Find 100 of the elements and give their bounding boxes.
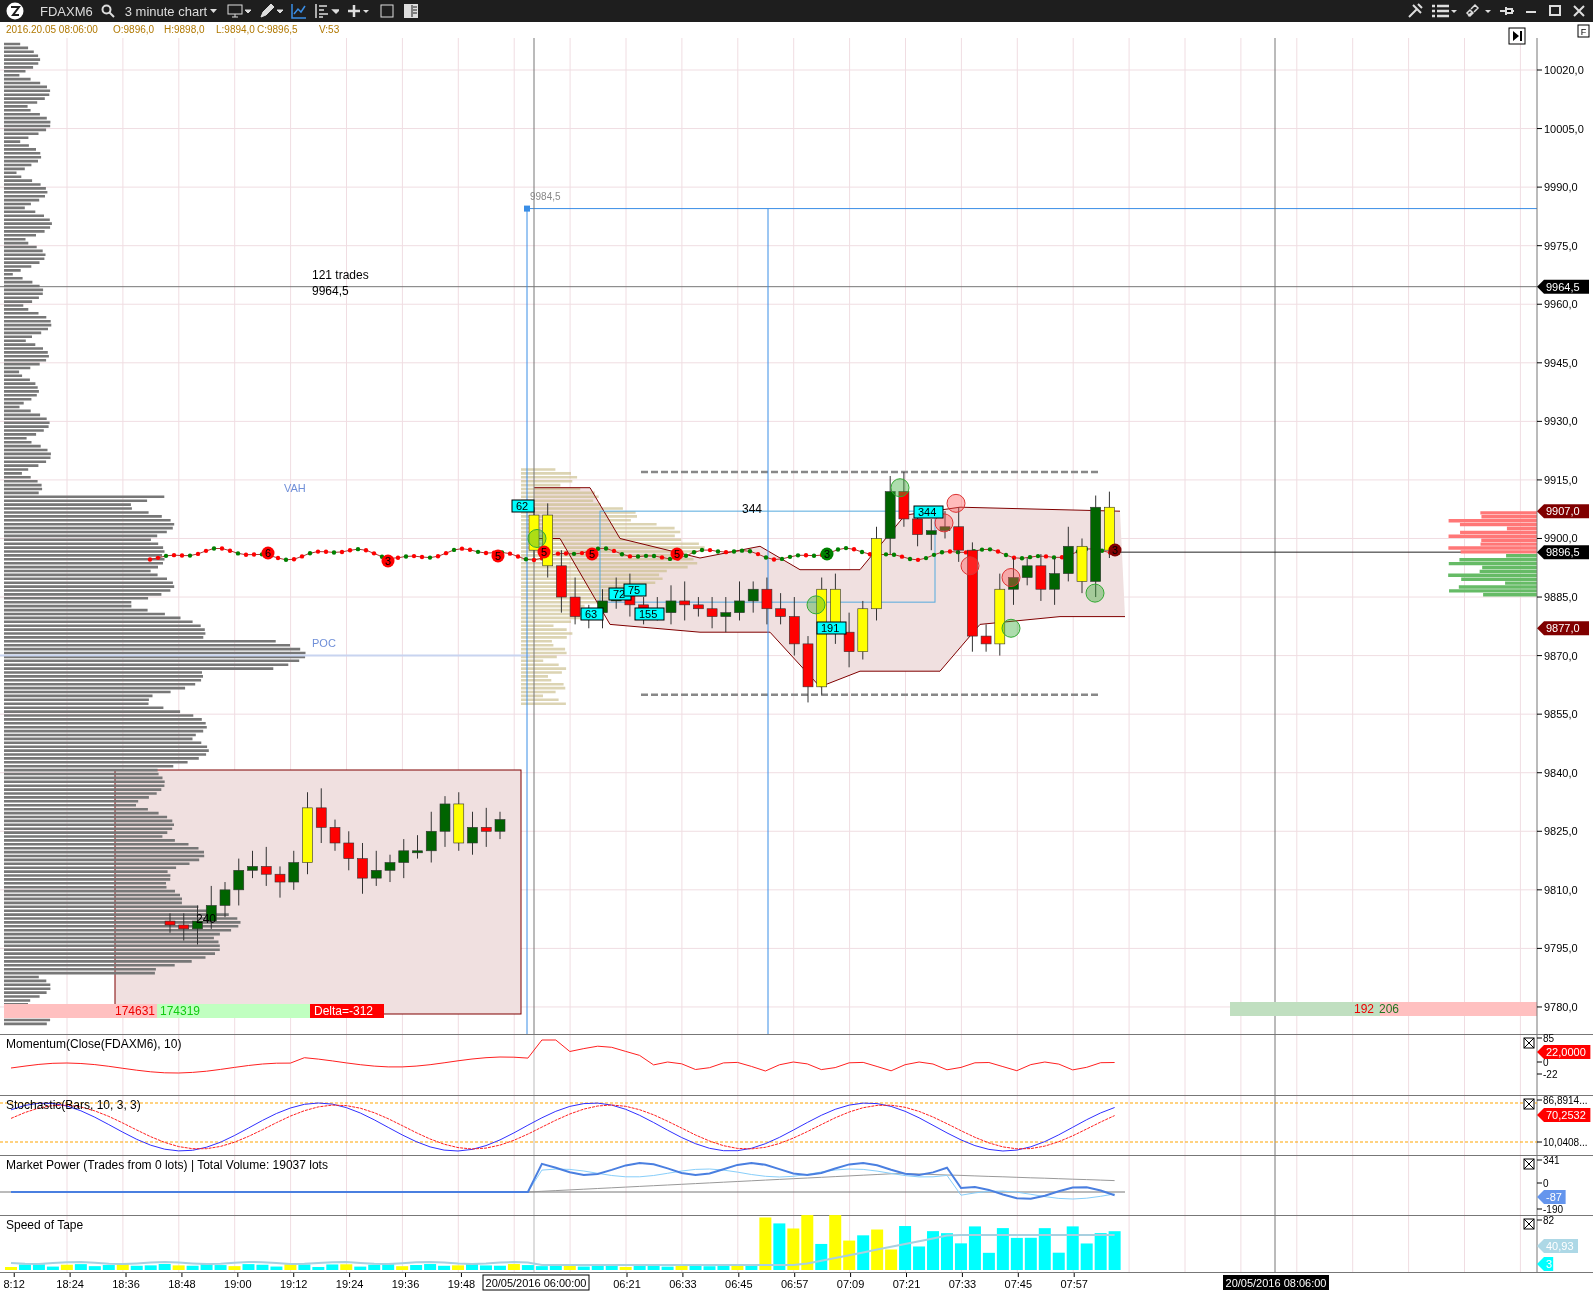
candle xyxy=(315,787,327,844)
time-axis-label: 19:24 xyxy=(335,1272,364,1290)
value-marker: 22,0000 xyxy=(1537,1045,1591,1059)
cluster-label: 155 xyxy=(634,607,665,621)
candle xyxy=(1063,526,1074,582)
candle xyxy=(775,592,786,625)
maximize-icon[interactable] xyxy=(1547,3,1563,19)
time-axis-label: 07:09 xyxy=(836,1272,865,1290)
buy-volume: 174319 xyxy=(160,1004,201,1018)
close-icon[interactable] xyxy=(1523,1098,1535,1110)
candle xyxy=(357,842,368,895)
price-axis-label: 9825,0 xyxy=(1536,825,1578,838)
count-marker: 3 xyxy=(1108,543,1122,557)
chart-label: 240 xyxy=(196,912,217,926)
candle xyxy=(926,518,937,551)
session-time-label: 20/05/2016 06:00:00 xyxy=(482,1274,590,1291)
line-handle[interactable] xyxy=(524,205,530,212)
price-axis-label: 9855,0 xyxy=(1536,708,1578,721)
candle xyxy=(247,850,258,879)
count-marker: 3 xyxy=(820,547,834,561)
count-marker: 5 xyxy=(670,547,684,561)
time-axis-label: 07:21 xyxy=(892,1272,921,1290)
buy-trade-marker xyxy=(890,478,910,498)
candle xyxy=(1021,557,1033,586)
buy-trade-marker xyxy=(806,595,826,615)
candle xyxy=(164,912,176,934)
logo-icon[interactable] xyxy=(6,2,24,20)
search-icon[interactable] xyxy=(100,4,115,18)
time-axis-label: 07:57 xyxy=(1060,1272,1088,1290)
layout-icon[interactable] xyxy=(403,3,420,19)
scale-label: 82 xyxy=(1536,1215,1555,1226)
window-icon[interactable] xyxy=(379,3,396,19)
scale-label: 85 xyxy=(1536,1034,1555,1044)
count-marker: 5 xyxy=(537,545,551,559)
time-axis-label: 19:36 xyxy=(391,1272,420,1290)
value-marker: 3 xyxy=(1537,1257,1554,1271)
plus-icon[interactable] xyxy=(347,3,372,19)
panel-toggle-button[interactable]: F xyxy=(1577,24,1590,38)
timeframe-dropdown[interactable]: 3 minute chart xyxy=(122,3,220,19)
candle xyxy=(494,811,506,840)
buy-trade-marker xyxy=(527,529,547,548)
candle xyxy=(178,912,190,942)
candle xyxy=(693,596,704,618)
chart-label: 121 trades xyxy=(312,268,369,282)
close-icon[interactable] xyxy=(1523,1037,1535,1049)
list-icon[interactable] xyxy=(1431,3,1457,19)
time-axis-label: 19:00 xyxy=(224,1272,252,1290)
chart-label: POC xyxy=(312,637,336,649)
buy-trade-marker xyxy=(1001,618,1021,638)
line-chart-icon[interactable] xyxy=(291,3,308,19)
time-axis-label: 06:21 xyxy=(613,1272,641,1290)
scroll-end-button[interactable] xyxy=(1508,27,1526,45)
candle xyxy=(556,549,567,614)
price-axis-label: 9780,0 xyxy=(1536,1000,1578,1013)
candle xyxy=(1035,553,1047,602)
candle xyxy=(370,850,382,887)
candle xyxy=(857,600,869,660)
buy-trade-marker xyxy=(1085,583,1105,603)
cluster-label: 191 xyxy=(816,621,847,635)
candle xyxy=(802,635,814,703)
tools-icon[interactable] xyxy=(1407,3,1423,19)
monitor-icon[interactable] xyxy=(227,3,252,19)
candle xyxy=(453,791,465,852)
scale-label: 86,8914... xyxy=(1536,1095,1588,1106)
info-text: 2016.20.05 08:06:00 xyxy=(6,24,98,35)
close-icon[interactable] xyxy=(1571,3,1587,19)
candle xyxy=(953,506,964,563)
time-axis-label: 07:33 xyxy=(948,1272,977,1290)
count-marker: 5 xyxy=(491,549,505,563)
time-axis-label: 19:12 xyxy=(279,1272,308,1290)
sell-trade-marker xyxy=(946,493,966,513)
candle xyxy=(260,846,272,887)
time-axis-label: 07:45 xyxy=(1004,1272,1033,1290)
candle xyxy=(980,623,992,653)
time-axis-label: 18:24 xyxy=(56,1272,84,1290)
symbol-name[interactable]: FDAXM6 xyxy=(40,3,93,19)
price-axis-label: 9885,0 xyxy=(1536,591,1578,604)
value-marker: 40,93 xyxy=(1537,1239,1578,1253)
time-axis-label: 06:33 xyxy=(669,1272,697,1290)
chart-label: VAH xyxy=(284,482,306,494)
price-axis-label: 10005,0 xyxy=(1536,122,1584,135)
info-text: H:9898,0 xyxy=(164,24,205,35)
candle xyxy=(747,580,759,614)
close-icon[interactable] xyxy=(1523,1218,1535,1230)
close-icon[interactable] xyxy=(1523,1158,1535,1170)
price-axis-label: 9795,0 xyxy=(1536,942,1578,955)
info-text: L:9894,0 xyxy=(216,24,255,35)
info-text: C:9896,5 xyxy=(257,24,298,35)
link-icon[interactable] xyxy=(1465,3,1491,19)
pencil-icon[interactable] xyxy=(259,3,284,19)
price-axis-label: 9990,0 xyxy=(1536,181,1578,194)
chart-label: 344 xyxy=(742,502,763,516)
candle xyxy=(939,510,951,539)
candle xyxy=(734,580,745,621)
delta-label: Delta=-312 xyxy=(310,1004,384,1018)
price-marker: 9877,0 xyxy=(1537,621,1589,636)
bar-list-icon[interactable] xyxy=(315,3,340,19)
price-axis-label: 9810,0 xyxy=(1536,883,1578,896)
price-marker: 9907,0 xyxy=(1537,504,1589,519)
sell-volume: 192 xyxy=(1353,1002,1374,1016)
